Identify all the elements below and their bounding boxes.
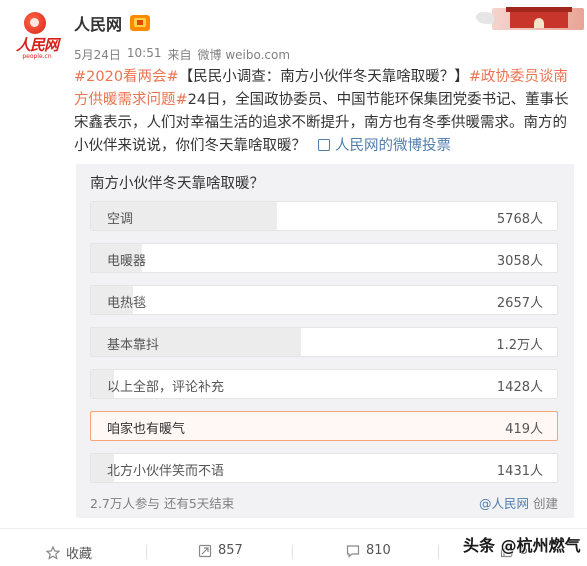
star-icon (46, 545, 60, 560)
poll-option[interactable]: 基本靠抖 1.2万人 (90, 327, 558, 357)
repost-icon (198, 544, 212, 557)
poll-option-label: 电热毯 (107, 296, 147, 311)
comment-button[interactable]: 810 (346, 543, 391, 558)
poll-creator-info: @人民网 创建 (479, 493, 558, 512)
poll-option[interactable]: 空调 5768人 (90, 201, 558, 231)
comment-count: 810 (366, 543, 391, 558)
poll-option-count: 419人 (505, 422, 543, 437)
poll-option-label: 以上全部，评论补充 (107, 380, 225, 395)
poll-option[interactable]: 以上全部，评论补充 1428人 (90, 369, 558, 399)
poll-creator-suffix: 创建 (532, 496, 558, 511)
poll-option-count: 2657人 (496, 296, 543, 311)
poll-option[interactable]: 北方小伙伴笑而不语 1431人 (90, 453, 558, 483)
poll-option-count: 1.2万人 (496, 338, 543, 353)
poll-option-count: 3058人 (496, 254, 543, 269)
post-text: #2020看两会#【民民小调查：南方小伙伴冬天靠啥取暖？】#政协委员谈南方供暖需… (74, 66, 574, 158)
decorative-banner (470, 2, 585, 36)
source-prefix: 来自 (167, 48, 192, 62)
poll-footer: 2.7万人参与 还有5天结束 @人民网 创建 (90, 493, 558, 512)
comment-icon (346, 544, 360, 558)
poll-participants: 2.7万人参与 还有5天结束 (90, 496, 235, 511)
logo-url: people.cn (22, 53, 52, 60)
name-row: 人民网 (74, 11, 151, 35)
poll-option-label: 空调 (107, 212, 134, 227)
post-meta: 5月24日 10:51 来自 微博 weibo.com (74, 46, 290, 63)
account-name[interactable]: 人民网 (74, 11, 122, 35)
vip-badge-icon[interactable] (130, 15, 151, 31)
post-source[interactable]: 微博 weibo.com (198, 46, 291, 63)
dove-icon (476, 12, 494, 24)
watermark-text: 头条 @杭州燃气 (463, 536, 581, 555)
poll-option-count: 1428人 (496, 380, 543, 395)
vote-icon (318, 139, 330, 151)
post-title: 【民民小调查：南方小伙伴冬天靠啥取暖？】 (178, 69, 469, 85)
post-header: 人民网 people.cn 人民网 5月24日 10:51 来自 微博 weib… (0, 0, 587, 70)
poll-option-label: 北方小伙伴笑而不语 (107, 464, 225, 479)
post-date[interactable]: 5月24日 (74, 46, 121, 63)
poll-option-count: 5768人 (496, 212, 543, 227)
poll-option[interactable]: 电热毯 2657人 (90, 285, 558, 315)
hashtag-link[interactable]: #2020看两会# (74, 69, 179, 85)
action-divider (438, 545, 439, 559)
poll-option[interactable]: 电暖器 3058人 (90, 243, 558, 273)
poll-title: 南方小伙伴冬天靠啥取暖？ (90, 176, 264, 192)
logo-text: 人民网 (15, 36, 59, 54)
poll-option-count: 1431人 (496, 464, 543, 479)
poll-card: 南方小伙伴冬天靠啥取暖？ 空调 5768人 电暖器 3058人 电热毯 2657… (76, 164, 574, 518)
poll-option-selected[interactable]: 咱家也有暖气 419人 (90, 411, 558, 441)
avatar[interactable]: 人民网 people.cn (14, 12, 60, 62)
poll-option-label: 电暖器 (107, 254, 147, 269)
favorite-button[interactable]: 收藏 (46, 543, 92, 562)
poll-option-label: 咱家也有暖气 (107, 422, 186, 437)
repost-count: 857 (218, 543, 243, 558)
vote-link[interactable]: 人民网的微博投票 (335, 138, 451, 154)
action-divider (292, 545, 293, 559)
poll-creator-link[interactable]: @人民网 (479, 496, 529, 511)
favorite-label: 收藏 (66, 547, 93, 562)
logo-mark-icon (24, 12, 46, 34)
poll-option-label: 基本靠抖 (107, 338, 160, 353)
repost-button[interactable]: 857 (198, 543, 243, 558)
tiananmen-icon (506, 7, 572, 28)
action-divider (146, 545, 147, 559)
post-time[interactable]: 10:51 (127, 46, 162, 63)
